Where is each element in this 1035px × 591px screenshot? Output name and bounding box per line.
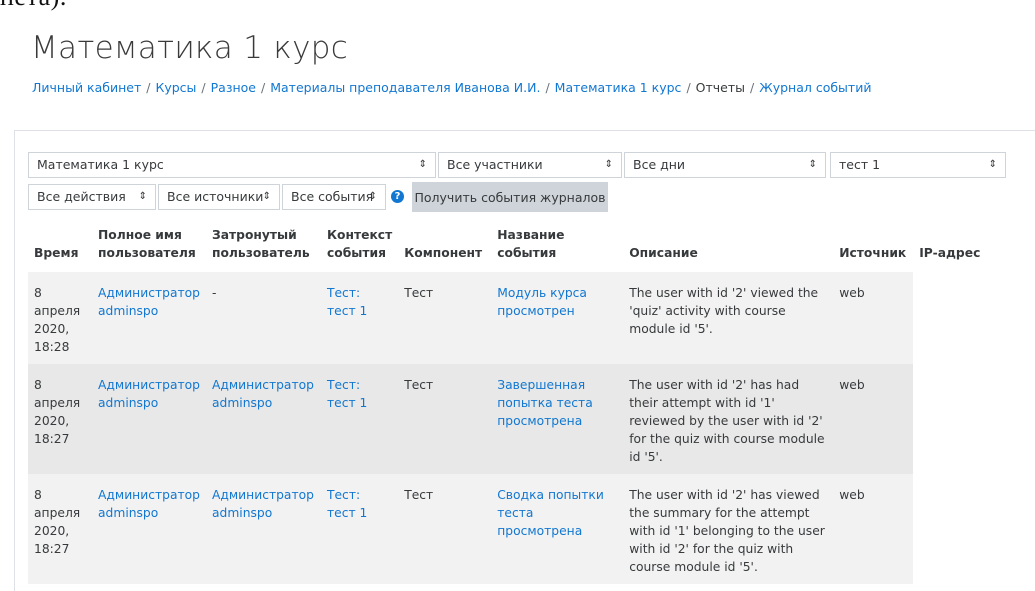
cell-ip (913, 364, 992, 474)
cell-origin: web (833, 272, 914, 364)
cell-description: The user with id '2' has had their attem… (623, 364, 834, 474)
select-arrows-icon: ⇕ (262, 191, 271, 202)
column-header-ip[interactable]: IP-адрес (913, 222, 991, 272)
column-header-context[interactable]: Контекст события (321, 222, 398, 272)
column-header-affected-user[interactable]: Затронутый пользователь (206, 222, 321, 272)
cell-time: 8 апреля 2020, 18:27 (28, 474, 92, 584)
table-header-row: Время Полное имя пользователя Затронутый… (28, 222, 991, 272)
select-arrows-icon: ⇕ (604, 159, 613, 170)
course-select[interactable]: Математика 1 курс ⇕ (28, 152, 436, 178)
breadcrumb-separator: / (750, 80, 755, 95)
activity-select-value: тест 1 (839, 157, 881, 172)
cell-time: 8 апреля 2020, 18:28 (28, 272, 92, 364)
event-name-link[interactable]: Завершенная попытка теста просмотрена (497, 378, 593, 428)
actions-select-value: Все действия (37, 189, 126, 204)
column-header-origin[interactable]: Источник (833, 222, 913, 272)
get-logs-button[interactable]: Получить события журналов (412, 182, 608, 212)
cell-component: Тест (398, 364, 492, 474)
column-header-time[interactable]: Время (28, 222, 92, 272)
select-arrows-icon: ⇕ (368, 191, 377, 202)
event-log-table: Время Полное имя пользователя Затронутый… (28, 222, 992, 584)
page-title: Математика 1 курс (31, 30, 349, 66)
help-icon[interactable]: ? (391, 190, 404, 203)
course-select-value: Математика 1 курс (37, 157, 164, 172)
column-header-event-name[interactable]: Название события (491, 222, 623, 272)
actions-select[interactable]: Все действия ⇕ (28, 184, 156, 210)
table-row: 8 апреля 2020, 18:27 Администратор admin… (28, 364, 992, 474)
activity-select[interactable]: тест 1 ⇕ (830, 152, 1006, 178)
affected-user-link[interactable]: Администратор adminspo (212, 488, 314, 520)
select-arrows-icon: ⇕ (138, 191, 147, 202)
table-row: 8 апреля 2020, 18:27 Администратор admin… (28, 474, 992, 584)
cell-component: Тест (398, 272, 492, 364)
cell-origin: web (833, 474, 914, 584)
breadcrumb-separator: / (261, 80, 266, 95)
context-link[interactable]: Тест: тест 1 (327, 286, 367, 318)
cell-description: The user with id '2' viewed the 'quiz' a… (623, 272, 834, 364)
affected-user-link[interactable]: Администратор adminspo (212, 378, 314, 410)
cell-time: 8 апреля 2020, 18:27 (28, 364, 92, 474)
breadcrumb-teacher-materials[interactable]: Материалы преподавателя Иванова И.И. (270, 80, 540, 95)
cell-origin: web (833, 364, 914, 474)
cell-component: Тест (398, 474, 492, 584)
participants-select-value: Все участники (447, 157, 543, 172)
breadcrumb-courses[interactable]: Курсы (155, 80, 196, 95)
breadcrumb-separator: / (545, 80, 550, 95)
breadcrumb-separator: / (146, 80, 151, 95)
page-fragment-text: пета). (0, 0, 67, 12)
column-header-component[interactable]: Компонент (398, 222, 491, 272)
column-header-user[interactable]: Полное имя пользователя (92, 222, 206, 272)
sources-select-value: Все источники (167, 189, 264, 204)
breadcrumb-separator: / (686, 80, 691, 95)
select-arrows-icon: ⇕ (418, 159, 427, 170)
breadcrumb-dashboard[interactable]: Личный кабинет (32, 80, 141, 95)
breadcrumb-separator: / (201, 80, 206, 95)
column-header-description[interactable]: Описание (623, 222, 833, 272)
user-link[interactable]: Администратор adminspo (98, 488, 200, 520)
breadcrumb-misc[interactable]: Разное (211, 80, 256, 95)
cell-ip (913, 474, 992, 584)
cell-description: The user with id '2' has viewed the summ… (623, 474, 834, 584)
user-link[interactable]: Администратор adminspo (98, 286, 200, 318)
context-link[interactable]: Тест: тест 1 (327, 378, 367, 410)
events-select[interactable]: Все события ⇕ (282, 184, 386, 210)
days-select-value: Все дни (633, 157, 686, 172)
sources-select[interactable]: Все источники ⇕ (158, 184, 280, 210)
table-row: 8 апреля 2020, 18:28 Администратор admin… (28, 272, 992, 364)
cell-affected-user: - (205, 272, 321, 364)
user-link[interactable]: Администратор adminspo (98, 378, 200, 410)
cell-ip (913, 272, 992, 364)
events-select-value: Все события (291, 189, 374, 204)
event-name-link[interactable]: Сводка попытки теста просмотрена (497, 488, 604, 538)
context-link[interactable]: Тест: тест 1 (327, 488, 367, 520)
days-select[interactable]: Все дни ⇕ (624, 152, 826, 178)
select-arrows-icon: ⇕ (808, 159, 817, 170)
event-name-link[interactable]: Модуль курса просмотрен (497, 286, 587, 318)
breadcrumb-event-log[interactable]: Журнал событий (759, 80, 871, 95)
participants-select[interactable]: Все участники ⇕ (438, 152, 622, 178)
breadcrumb-course[interactable]: Математика 1 курс (555, 80, 682, 95)
select-arrows-icon: ⇕ (988, 159, 997, 170)
breadcrumb: Личный кабинет / Курсы / Разное / Материалы пр… (32, 80, 871, 95)
breadcrumb-reports: Отчеты (695, 80, 746, 95)
